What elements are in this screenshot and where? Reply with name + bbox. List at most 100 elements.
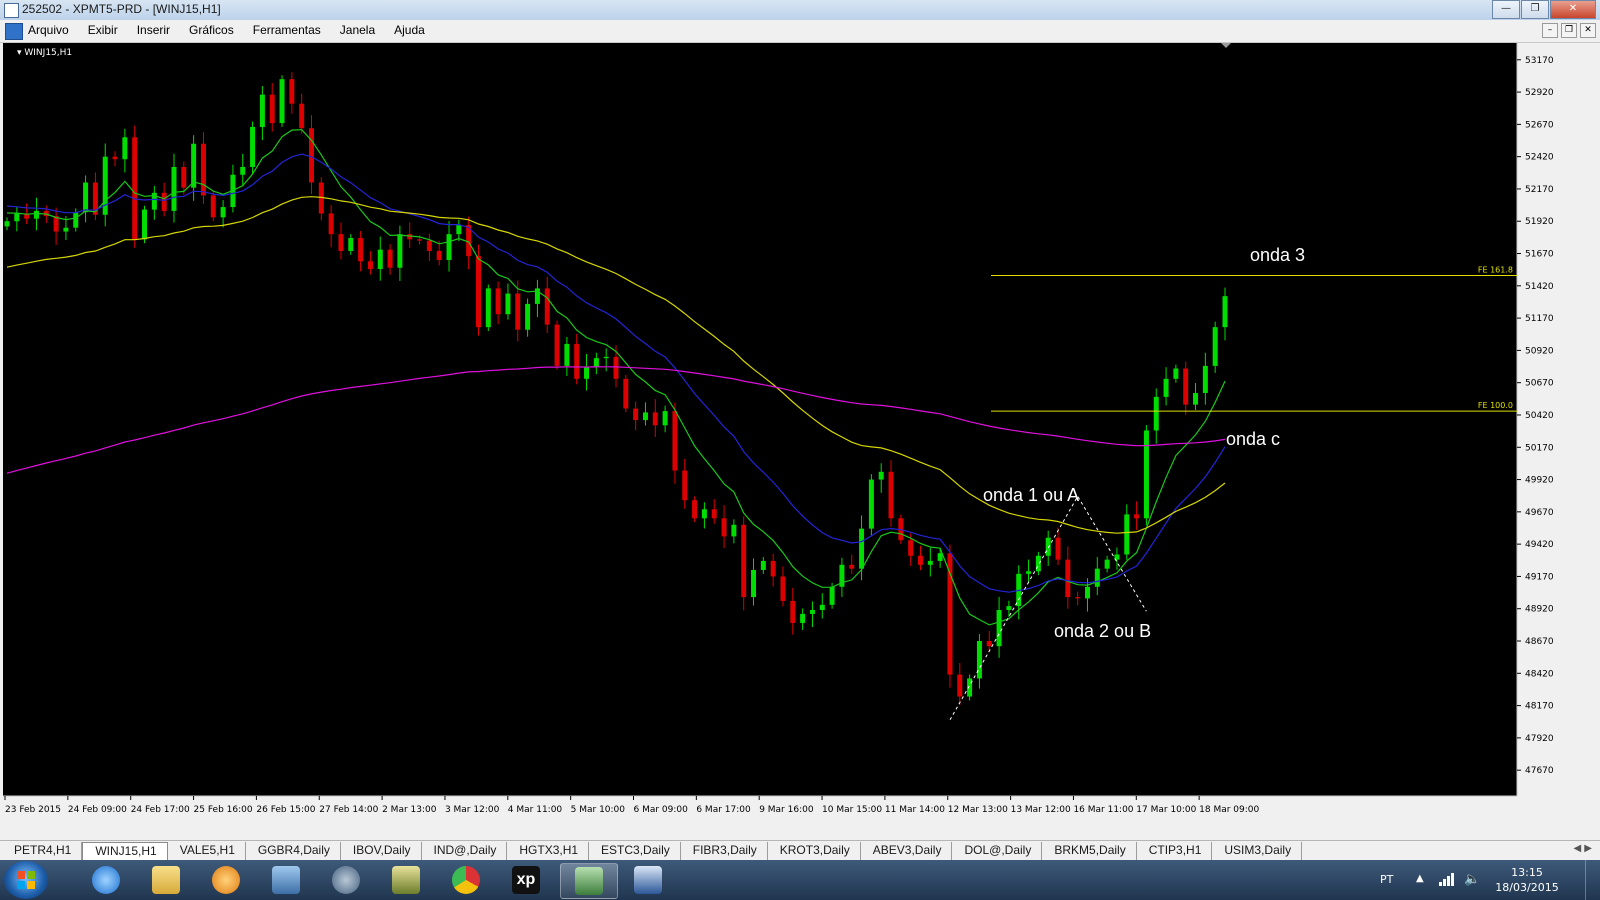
wave-annotation: onda 2 ou B bbox=[1054, 621, 1151, 641]
bullish-candle bbox=[33, 210, 39, 219]
bullish-candle bbox=[122, 137, 128, 160]
bearish-candle bbox=[112, 156, 118, 160]
network-icon[interactable] bbox=[1438, 872, 1456, 886]
child-restore-button[interactable]: ❐ bbox=[1561, 23, 1577, 38]
bearish-candle bbox=[682, 470, 688, 501]
internet-explorer-icon[interactable] bbox=[78, 863, 134, 897]
bearish-candle bbox=[918, 555, 923, 565]
menu-ajuda[interactable]: Ajuda bbox=[394, 23, 425, 37]
bullish-candle bbox=[1124, 514, 1130, 555]
bullish-candle bbox=[1035, 555, 1041, 572]
fibo-level-label: FE 100.0 bbox=[1478, 401, 1513, 410]
file-explorer-icon[interactable] bbox=[138, 863, 194, 897]
bullish-candle bbox=[456, 225, 462, 235]
bearish-candle bbox=[613, 356, 619, 379]
symbol-tab-abev3-daily[interactable]: ABEV3,Daily bbox=[861, 842, 953, 860]
y-tick-label: 50170 bbox=[1525, 443, 1554, 453]
y-tick-label: 52420 bbox=[1525, 153, 1554, 163]
symbol-tab-hgtx3-h1[interactable]: HGTX3,H1 bbox=[507, 842, 590, 860]
bullish-candle bbox=[83, 182, 89, 213]
menu-inserir[interactable]: Inserir bbox=[137, 23, 170, 37]
close-button[interactable]: ✕ bbox=[1550, 0, 1596, 19]
bearish-candle bbox=[417, 239, 423, 241]
volume-icon[interactable]: 🔈 bbox=[1464, 872, 1480, 887]
symbol-tab-winj15-h1[interactable]: WINJ15,H1 bbox=[82, 842, 168, 860]
y-tick-label: 48670 bbox=[1525, 637, 1554, 647]
symbol-tab-ggbr4-daily[interactable]: GGBR4,Daily bbox=[246, 842, 341, 860]
bearish-candle bbox=[711, 509, 717, 519]
chart-area[interactable]: ▾ WINJ15,H1 53170 52920 52670 52420 52170 5192… bbox=[0, 43, 1600, 840]
bearish-candle bbox=[672, 411, 678, 471]
x-tick-label: 5 Mar 10:00 bbox=[571, 805, 626, 815]
tab-scroll-arrows[interactable]: ◀ ▶ bbox=[1573, 843, 1592, 854]
bullish-candle bbox=[14, 213, 20, 222]
menu-arquivo[interactable]: Arquivo bbox=[28, 23, 69, 37]
remote-desktop-icon[interactable] bbox=[258, 863, 314, 897]
menu-graficos[interactable]: Gráficos bbox=[189, 23, 234, 37]
x-tick-label: 6 Mar 09:00 bbox=[634, 805, 689, 815]
symbol-tab-krot3-daily[interactable]: KROT3,Daily bbox=[768, 842, 861, 860]
bearish-candle bbox=[986, 641, 992, 647]
presentation-icon[interactable] bbox=[378, 863, 434, 897]
bullish-candle bbox=[819, 604, 825, 611]
symbol-tab-ind-daily[interactable]: IND@,Daily bbox=[422, 842, 508, 860]
fibo-level-label: FE 161.8 bbox=[1478, 265, 1513, 274]
bullish-candle bbox=[279, 79, 285, 124]
symbol-tab-ctip3-h1[interactable]: CTIP3,H1 bbox=[1137, 842, 1213, 860]
metatrader-icon[interactable] bbox=[560, 863, 618, 899]
symbol-tab-petr4-h1[interactable]: PETR4,H1 bbox=[2, 842, 83, 860]
symbol-tab-fibr3-daily[interactable]: FIBR3,Daily bbox=[681, 842, 768, 860]
y-tick-label: 47670 bbox=[1525, 766, 1554, 776]
bullish-candle bbox=[505, 293, 511, 315]
menu-exibir[interactable]: Exibir bbox=[88, 23, 118, 37]
chart-window-icon[interactable] bbox=[5, 23, 23, 40]
bullish-candle bbox=[868, 479, 874, 529]
symbol-tab-brkm5-daily[interactable]: BRKM5,Daily bbox=[1042, 842, 1137, 860]
show-hidden-icons-icon[interactable]: ▲ bbox=[1416, 873, 1424, 884]
symbol-tab-ibov-daily[interactable]: IBOV,Daily bbox=[341, 842, 422, 860]
clock[interactable]: 13:15 18/03/2015 bbox=[1492, 865, 1562, 895]
bearish-candle bbox=[770, 560, 776, 577]
show-desktop-button[interactable] bbox=[1585, 860, 1600, 900]
media-player-icon[interactable] bbox=[198, 863, 254, 897]
restore-button[interactable]: ❐ bbox=[1521, 0, 1549, 19]
bullish-candle bbox=[63, 227, 69, 232]
bullish-candle bbox=[220, 207, 226, 218]
bearish-candle bbox=[387, 249, 393, 268]
symbol-tab-dol-daily[interactable]: DOL@,Daily bbox=[952, 842, 1043, 860]
minimize-button[interactable]: — bbox=[1492, 0, 1520, 19]
y-tick-label: 52670 bbox=[1525, 120, 1554, 130]
bullish-candle bbox=[1202, 365, 1208, 394]
symbol-tab-usim3-daily[interactable]: USIM3,Daily bbox=[1212, 842, 1303, 860]
xp-icon[interactable]: xp bbox=[498, 863, 554, 897]
bearish-candle bbox=[780, 576, 786, 601]
y-tick-label: 50670 bbox=[1525, 379, 1554, 389]
chrome-icon[interactable] bbox=[438, 863, 494, 897]
y-tick-label: 52920 bbox=[1525, 88, 1554, 98]
wave-annotation: onda 1 ou A bbox=[983, 485, 1079, 505]
hp-icon[interactable] bbox=[318, 863, 374, 897]
bearish-candle bbox=[633, 408, 639, 421]
symbol-tab-estc3-daily[interactable]: ESTC3,Daily bbox=[589, 842, 681, 860]
menu-ferramentas[interactable]: Ferramentas bbox=[253, 23, 321, 37]
price-chart[interactable]: ▾ WINJ15,H1 53170 52920 52670 52420 52170 5192… bbox=[3, 43, 1597, 839]
word-icon[interactable] bbox=[620, 863, 676, 897]
child-close-button[interactable]: ✕ bbox=[1580, 23, 1596, 38]
bullish-candle bbox=[73, 212, 79, 228]
start-button[interactable] bbox=[4, 861, 48, 899]
bullish-candle bbox=[1222, 296, 1228, 328]
y-tick-label: 49670 bbox=[1525, 508, 1554, 518]
window-title: 252502 - XPMT5-PRD - [WINJ15,H1] bbox=[22, 2, 221, 16]
menu-bar: Arquivo Exibir Inserir Gráficos Ferramen… bbox=[0, 20, 1600, 43]
bullish-candle bbox=[829, 586, 835, 605]
bearish-candle bbox=[200, 143, 206, 196]
symbol-tab-vale5-h1[interactable]: VALE5,H1 bbox=[168, 842, 246, 860]
bearish-candle bbox=[309, 128, 314, 183]
child-minimize-button[interactable]: – bbox=[1542, 23, 1558, 38]
menu-janela[interactable]: Janela bbox=[340, 23, 375, 37]
bullish-candle bbox=[1212, 327, 1218, 366]
language-indicator[interactable]: PT bbox=[1380, 873, 1393, 886]
bearish-candle bbox=[908, 540, 914, 556]
bearish-candle bbox=[574, 343, 580, 379]
bearish-candle bbox=[652, 412, 658, 426]
